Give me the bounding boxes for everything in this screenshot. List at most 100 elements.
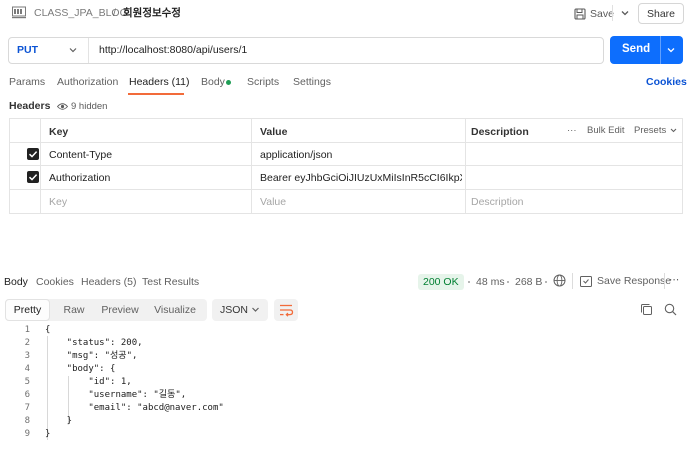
table-divider <box>251 119 252 213</box>
response-tab-headers[interactable]: Headers (5) <box>81 276 136 288</box>
chevron-down-icon[interactable] <box>665 44 677 56</box>
send-button[interactable]: Send <box>610 36 683 64</box>
send-label: Send <box>622 43 651 55</box>
format-tabs: Pretty Raw Preview Visualize <box>5 299 207 321</box>
tab-scripts[interactable]: Scripts <box>247 76 279 88</box>
tab-params[interactable]: Params <box>9 76 45 88</box>
header-key[interactable]: Authorization <box>49 172 244 184</box>
table-divider <box>10 142 682 143</box>
response-tab-test-results[interactable]: Test Results <box>142 276 199 288</box>
body-indicator-dot <box>226 80 231 85</box>
more-options-icon[interactable]: ⋯ <box>669 274 680 286</box>
save-response-button[interactable]: Save Response <box>580 275 671 287</box>
url-bar <box>8 37 604 64</box>
response-tab-body[interactable]: Body <box>4 276 28 288</box>
wrap-lines-button[interactable] <box>274 299 298 321</box>
code-line: 6 "username": "길동", <box>0 389 689 402</box>
column-header-description: Description <box>471 126 529 138</box>
http-request-icon <box>12 6 26 19</box>
save-button[interactable]: Save <box>574 5 614 23</box>
line-content: "status": 200, <box>45 338 143 348</box>
checkmark-icon <box>28 174 38 181</box>
search-icon[interactable] <box>664 303 677 316</box>
cookies-link[interactable]: Cookies <box>646 76 687 88</box>
code-line: 1 { <box>0 324 689 337</box>
format-tab-preview[interactable]: Preview <box>96 299 144 321</box>
format-select-value: JSON <box>220 304 249 316</box>
more-options-icon[interactable]: ··· <box>567 125 577 136</box>
eye-icon <box>57 102 68 110</box>
code-line: 4 "body": { <box>0 363 689 376</box>
response-size[interactable]: 268 B <box>515 276 542 288</box>
chevron-down-icon <box>252 307 259 312</box>
copy-icon[interactable] <box>640 303 653 316</box>
format-tab-pretty[interactable]: Pretty <box>5 299 50 321</box>
tab-authorization[interactable]: Authorization <box>57 76 118 88</box>
breadcrumb-separator: / <box>113 7 116 19</box>
line-content: } <box>45 429 51 439</box>
headers-section-label: Headers <box>9 100 51 112</box>
meta-separator-dot <box>468 281 470 283</box>
presets-dropdown[interactable]: Presets <box>634 125 678 136</box>
presets-label: Presets <box>634 125 667 136</box>
hidden-headers-label: 9 hidden <box>71 100 108 112</box>
new-key-input[interactable]: Key <box>49 196 67 208</box>
column-header-key: Key <box>49 126 69 138</box>
save-response-label: Save Response <box>597 275 672 287</box>
request-name[interactable]: 회원정보수정 <box>123 7 181 19</box>
code-line: 7 "email": "abcd@naver.com" <box>0 402 689 415</box>
table-divider <box>10 165 682 166</box>
line-number: 5 <box>24 377 30 387</box>
meta-separator-dot <box>507 281 509 283</box>
response-toolbar-divider <box>664 273 665 289</box>
header-row-checkbox[interactable] <box>27 171 39 183</box>
line-content: } <box>45 416 73 426</box>
status-badge[interactable]: 200 OK <box>418 274 464 290</box>
tab-headers[interactable]: Headers (11) <box>129 76 190 88</box>
format-tab-visualize[interactable]: Visualize <box>146 299 204 321</box>
hidden-headers-toggle[interactable]: 9 hidden <box>57 99 107 113</box>
globe-icon[interactable] <box>553 274 566 287</box>
code-line: 5 "id": 1, <box>0 376 689 389</box>
format-select[interactable]: JSON <box>212 299 268 321</box>
url-input[interactable]: http://localhost:8080/api/users/1 <box>99 44 247 56</box>
header-row-checkbox[interactable] <box>27 148 39 160</box>
table-divider <box>10 189 682 190</box>
header-key[interactable]: Content-Type <box>49 149 244 161</box>
method-select[interactable]: PUT <box>17 44 38 56</box>
share-button[interactable]: Share <box>638 3 684 24</box>
column-header-value: Value <box>260 126 288 138</box>
line-number: 3 <box>24 351 30 361</box>
table-divider <box>40 119 41 213</box>
code-line: 8 } <box>0 415 689 428</box>
line-number: 2 <box>24 338 30 348</box>
tab-body[interactable]: Body <box>201 76 225 88</box>
new-value-input[interactable]: Value <box>260 196 286 208</box>
line-number: 1 <box>24 325 30 335</box>
headers-table: Key Value Description ··· Bulk Edit Pres… <box>9 118 683 214</box>
header-value[interactable]: application/json <box>260 149 458 161</box>
line-number: 7 <box>24 403 30 413</box>
chevron-down-icon[interactable] <box>618 6 632 20</box>
response-time[interactable]: 48 ms <box>476 276 505 288</box>
line-content: "email": "abcd@naver.com" <box>45 403 224 413</box>
code-line: 3 "msg": "성공", <box>0 350 689 363</box>
bulk-edit-button[interactable]: Bulk Edit <box>587 125 625 136</box>
chevron-down-icon[interactable] <box>67 44 79 56</box>
response-toolbar-divider <box>572 273 573 289</box>
table-divider <box>465 119 466 213</box>
tab-settings[interactable]: Settings <box>293 76 331 88</box>
line-content: "id": 1, <box>45 377 132 387</box>
format-tab-raw[interactable]: Raw <box>52 299 96 321</box>
line-number: 9 <box>24 429 30 439</box>
wrap-lines-icon <box>280 304 294 317</box>
new-description-input[interactable]: Description <box>471 196 524 208</box>
line-number: 6 <box>24 390 30 400</box>
meta-separator-dot <box>545 281 547 283</box>
code-line: 9 } <box>0 428 689 441</box>
response-tab-cookies[interactable]: Cookies <box>36 276 74 288</box>
save-divider <box>612 5 613 21</box>
save-label: Save <box>590 8 614 20</box>
save-icon <box>574 8 586 20</box>
header-value[interactable]: Bearer eyJhbGciOiJIUzUxMiIsInR5cCI6IkpXV… <box>260 172 462 184</box>
